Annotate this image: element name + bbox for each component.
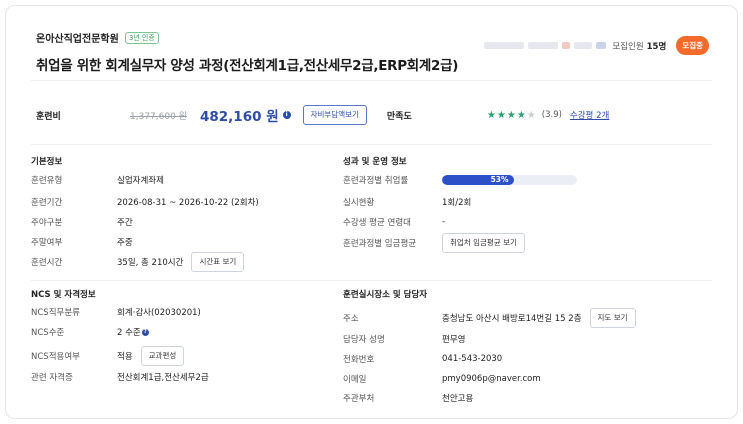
map-button[interactable]: 지도 보기 xyxy=(589,308,636,328)
blurred-content xyxy=(574,42,593,49)
curriculum-button[interactable]: 교과편성 xyxy=(140,346,185,366)
field-label: 훈련시간 xyxy=(31,258,63,268)
field-label: 주말여부 xyxy=(31,238,63,248)
field-value: 충청남도 아산시 배방로14번길 15 2층 xyxy=(442,314,582,324)
section-title-basic: 기본정보 xyxy=(31,157,63,167)
timetable-button[interactable]: 시간표 보기 xyxy=(191,252,245,272)
field-label: 수강생 평균 연령대 xyxy=(343,218,411,228)
progress-text: 53% xyxy=(490,175,509,184)
field-label: 관련 자격증 xyxy=(31,373,73,383)
field-value: 주간 xyxy=(117,218,133,228)
field-label: 주야구분 xyxy=(31,218,63,228)
field-label: NCS직무분류 xyxy=(31,308,80,318)
info-icon[interactable]: i xyxy=(282,111,291,119)
field-value: 회계·감사(02030201) xyxy=(117,308,201,318)
divider xyxy=(31,280,712,281)
field-value: - xyxy=(442,217,446,227)
star-icon: ★ xyxy=(486,109,496,121)
field-label: NCS적용여부 xyxy=(31,352,80,362)
rating-stars: ★ ★ ★ ★ ★ xyxy=(487,110,536,121)
field-label: 주소 xyxy=(343,314,359,324)
course-detail-card: 온아산직업전문학원 3년 인증 취업을 위한 회계실무자 양성 과정(전산회계1… xyxy=(5,5,738,419)
field-value: 35일, 총 210시간 xyxy=(117,258,184,268)
field-value: 편무영 xyxy=(442,335,466,345)
divider xyxy=(31,80,712,81)
institution-name[interactable]: 온아산직업전문학원 xyxy=(36,30,119,45)
wage-average-button[interactable]: 취업처 임금평균 보기 xyxy=(442,233,525,253)
field-value: 천안고용 xyxy=(442,394,474,404)
star-icon: ★ xyxy=(496,109,506,121)
course-header: 온아산직업전문학원 3년 인증 취업을 위한 회계실무자 양성 과정(전산회계1… xyxy=(36,30,458,74)
field-value: 실업자계좌제 xyxy=(117,176,164,186)
field-label: 훈련유형 xyxy=(31,176,63,186)
fee-row: 훈련비 1,377,600 원 482,160 원 i 자비부담액보기 만족도 … xyxy=(36,103,716,127)
divider xyxy=(31,144,712,145)
section-title-ncs: NCS 및 자격정보 xyxy=(31,290,96,300)
current-fee: 482,160 원 xyxy=(200,109,279,125)
field-value: 2026-08-31 ~ 2026-10-22 (2회차) xyxy=(117,198,259,208)
original-fee: 1,377,600 원 xyxy=(130,111,187,122)
self-pay-button[interactable]: 자비부담액보기 xyxy=(302,105,367,125)
field-value: 적용 xyxy=(117,352,133,362)
field-value: 2 수준 xyxy=(117,328,141,338)
star-icon: ★ xyxy=(516,109,526,121)
quota-value: 15명 xyxy=(646,41,667,52)
field-value: 1회/2회 xyxy=(442,198,472,208)
field-value: 041-543-2030 xyxy=(442,354,503,364)
section-title-performance: 성과 및 운영 정보 xyxy=(343,157,407,167)
blurred-content xyxy=(528,42,559,49)
course-title: 취업을 위한 회계실무자 양성 과정(전산회계1급,전산세무2급,ERP회계2급… xyxy=(36,58,459,74)
progress-fill: 53% xyxy=(442,175,514,185)
star-icon: ★ xyxy=(506,109,516,121)
field-label: 훈련기간 xyxy=(31,198,63,208)
field-label: 담당자 성명 xyxy=(343,335,385,345)
status-badge: 모집중 xyxy=(676,36,709,55)
quota-label: 모집인원 xyxy=(612,41,644,52)
help-icon[interactable]: ? xyxy=(141,328,149,336)
field-label: 실시현황 xyxy=(343,198,375,208)
field-label: NCS수준 xyxy=(31,328,65,338)
review-link[interactable]: 수강평 2개 xyxy=(570,109,609,121)
field-label: 훈련과정별 취업률 xyxy=(343,176,409,186)
star-empty-icon: ★ xyxy=(526,109,536,121)
blurred-content xyxy=(562,42,571,49)
fee-label: 훈련비 xyxy=(36,111,61,122)
rating-score: (3.9) xyxy=(541,110,562,120)
field-label: 전화번호 xyxy=(343,355,375,365)
section-title-location: 훈련실시장소 및 담당자 xyxy=(343,290,428,300)
field-label: 이메일 xyxy=(343,375,367,385)
field-label: 주관부처 xyxy=(343,394,375,404)
blurred-content xyxy=(484,42,525,49)
email-value: pmy0906p@naver.com xyxy=(442,374,541,384)
employment-progress-bar: 53% xyxy=(442,175,577,185)
field-label: 훈련과정별 임금평균 xyxy=(343,239,417,249)
recruitment-info: 모집인원 15명 모집중 xyxy=(484,36,709,55)
blurred-content xyxy=(596,42,607,49)
field-value: 주중 xyxy=(117,238,133,248)
satisfaction-label: 만족도 xyxy=(386,111,412,122)
field-value: 전산회계1급,전산세무2급 xyxy=(117,373,209,383)
certification-badge: 3년 인증 xyxy=(124,31,159,44)
